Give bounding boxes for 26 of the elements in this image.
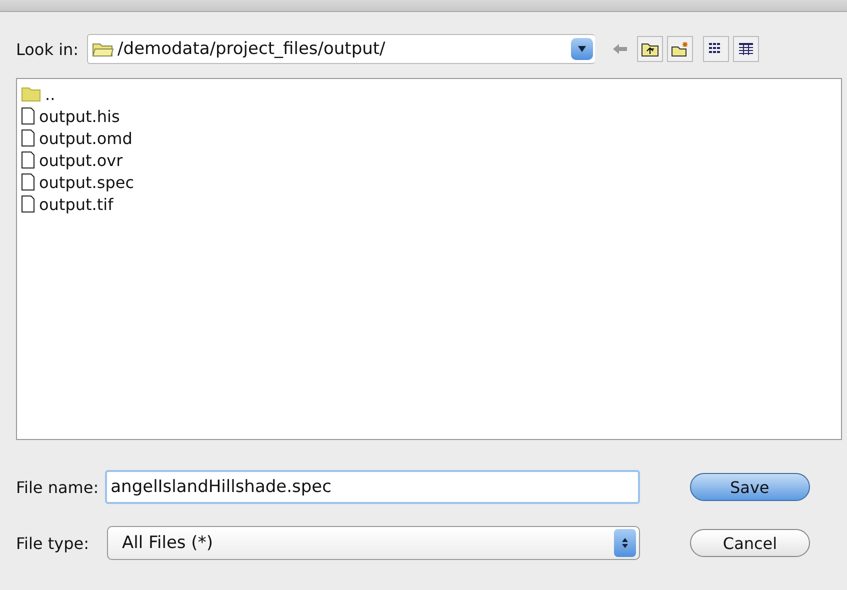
file-name-label: File name:: [16, 478, 99, 496]
document-icon: [21, 195, 35, 213]
new-folder-icon[interactable]: [666, 36, 693, 62]
save-button[interactable]: Save: [690, 473, 810, 501]
folder-icon: [21, 86, 41, 102]
file-list-item[interactable]: output.tif: [39, 194, 114, 214]
up-down-arrows-icon: [614, 529, 636, 557]
file-type-dropdown[interactable]: All Files (*): [107, 526, 640, 560]
cancel-button[interactable]: Cancel: [690, 529, 810, 557]
document-icon: [21, 173, 35, 191]
look-in-dropdown[interactable]: /demodata/project_files/output/: [86, 34, 595, 64]
file-list-item[interactable]: output.spec: [39, 172, 134, 192]
file-name-field[interactable]: angelIslandHillshade.spec: [104, 470, 640, 504]
list-view-icon[interactable]: [702, 36, 729, 62]
document-icon: [21, 129, 35, 147]
folder-icon: [92, 41, 114, 57]
file-list-item[interactable]: output.omd: [39, 128, 132, 148]
document-icon: [21, 151, 35, 169]
details-view-icon[interactable]: [732, 36, 759, 62]
file-list-item[interactable]: output.his: [39, 106, 120, 126]
document-icon: [21, 107, 35, 125]
file-list-item[interactable]: output.ovr: [39, 150, 123, 170]
folder-up-icon[interactable]: [636, 36, 663, 62]
file-list-item[interactable]: ..: [45, 84, 56, 104]
look-in-label: Look in:: [16, 40, 79, 58]
file-type-label: File type:: [16, 534, 89, 552]
